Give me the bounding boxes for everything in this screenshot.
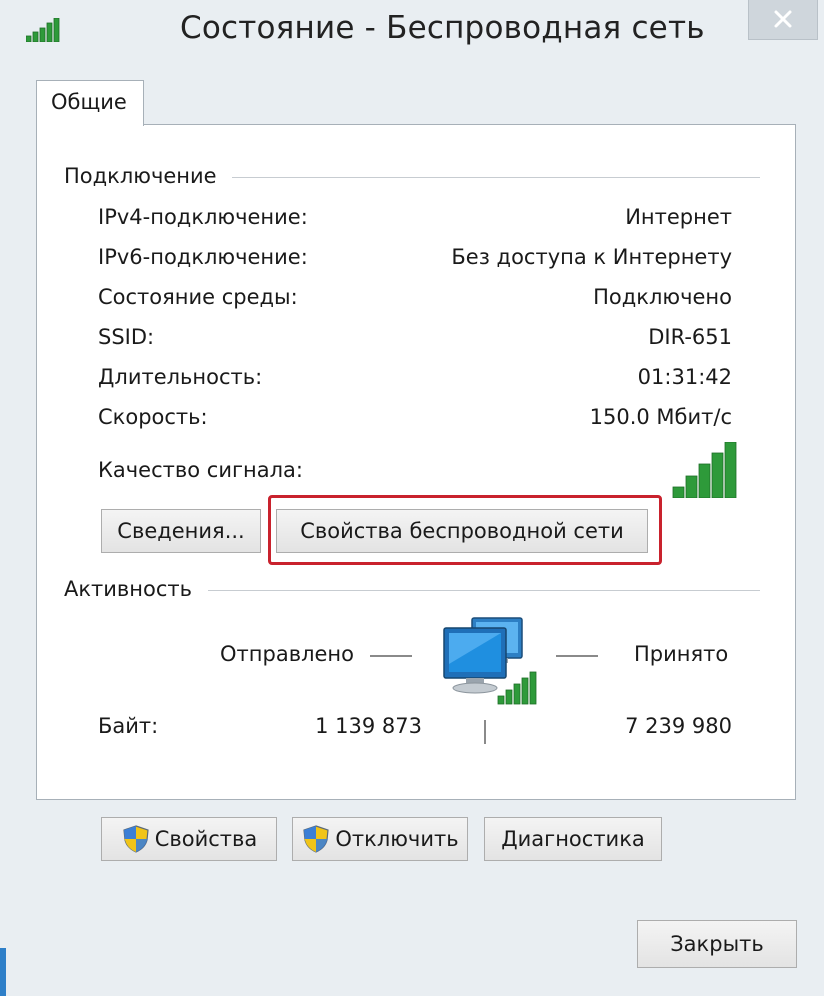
uac-shield-icon: [121, 824, 151, 854]
window-edge-accent: [0, 948, 6, 996]
duration-value: 01:31:42: [637, 365, 732, 389]
connection-divider: [232, 177, 760, 178]
window-title: Состояние - Беспроводная сеть: [180, 10, 705, 46]
speed-value: 150.0 Мбит/с: [589, 405, 732, 429]
bytes-sent-value: 1 139 873: [315, 714, 422, 738]
diagnose-button[interactable]: Диагностика: [484, 817, 662, 861]
close-icon: [774, 10, 792, 28]
close-button[interactable]: Закрыть: [637, 920, 797, 968]
window-close-button[interactable]: [748, 0, 818, 40]
bytes-received-value: 7 239 980: [625, 714, 732, 738]
connection-heading: Подключение: [64, 164, 217, 188]
uac-shield-icon: [301, 824, 331, 854]
media-state-label: Состояние среды:: [98, 285, 298, 309]
received-label: Принято: [634, 642, 729, 666]
activity-separator: [484, 720, 486, 744]
signal-bar: [698, 463, 711, 499]
sent-label: Отправлено: [220, 642, 354, 666]
ipv6-value: Без доступа к Интернету: [451, 245, 732, 269]
bytes-label: Байт:: [98, 714, 159, 738]
details-button[interactable]: Сведения...: [101, 509, 261, 553]
received-line: [556, 655, 598, 657]
sent-line: [370, 655, 412, 657]
tab-general[interactable]: Общие: [36, 80, 144, 126]
disable-button-label: Отключить: [335, 827, 459, 851]
duration-label: Длительность:: [98, 365, 263, 389]
activity-heading: Активность: [64, 577, 193, 601]
ipv4-value: Интернет: [625, 205, 732, 229]
title-bar[interactable]: Состояние - Беспроводная сеть: [0, 0, 824, 64]
tab-general-label: Общие: [51, 90, 127, 114]
ssid-value: DIR-651: [648, 325, 732, 349]
speed-label: Скорость:: [98, 405, 208, 429]
media-state-value: Подключено: [593, 285, 732, 309]
network-computers-icon: [440, 612, 550, 712]
signal-quality-icon: [672, 441, 738, 502]
ipv4-label: IPv4-подключение:: [98, 205, 308, 229]
signal-bar: [724, 441, 737, 499]
signal-bar: [685, 475, 698, 499]
wifi-signal-icon: [25, 17, 60, 46]
signal-bar: [672, 486, 685, 499]
ssid-label: SSID:: [98, 325, 155, 349]
ipv6-label: IPv6-подключение:: [98, 245, 308, 269]
disable-button[interactable]: Отключить: [292, 817, 468, 861]
properties-button[interactable]: Свойства: [101, 817, 277, 861]
properties-button-label: Свойства: [154, 827, 258, 851]
signal-bar: [711, 452, 724, 499]
highlight-frame: [268, 495, 662, 565]
status-window: Состояние - Беспроводная сеть Общие Подк…: [0, 0, 824, 996]
signal-quality-label: Качество сигнала:: [98, 458, 303, 482]
activity-divider: [208, 590, 760, 591]
